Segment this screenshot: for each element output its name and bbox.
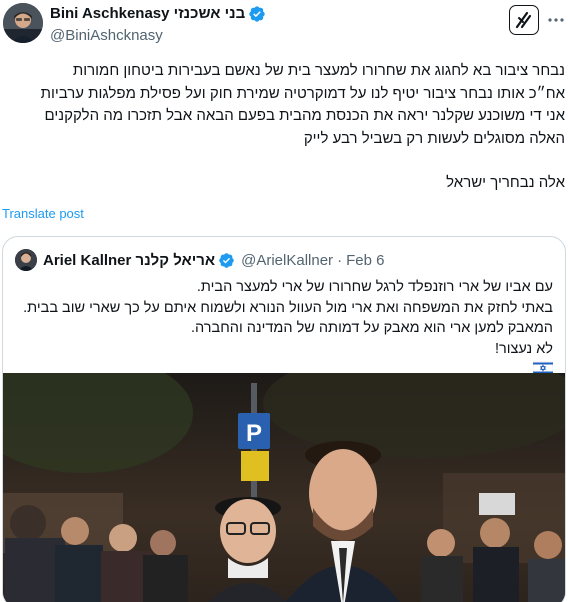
quoted-post[interactable]: Ariel Kallner אריאל קלנר @ArielKallner ·… [2,236,566,602]
quoted-text-line-text: לא נעצור! [494,340,553,357]
quoted-post-photo[interactable]: P [3,373,565,602]
quoted-author-display-name[interactable]: Ariel Kallner אריאל קלנר [43,252,215,269]
quoted-post-text: עם אביו של ארי רוזנפלד לרגל שחרורו של אר… [15,277,554,380]
translate-post-link[interactable]: Translate post [2,206,84,221]
separator-dot: · [337,251,343,269]
author-avatar[interactable] [3,3,43,43]
post-text-line: אח״כ אותו נבחר ציבור יטיף לנו על דמוקרטי… [40,84,565,102]
post-header: Bini Aschkenasy בני אשכנזי @BiniAshcknas… [0,0,568,50]
quoted-text-line: המאבק למען ארי הוא מאבק על דמותה של המדי… [191,320,553,336]
quoted-text-line: עם אביו של ארי רוזנפלד לרגל שחרורו של אר… [196,279,553,295]
quoted-text-line: לא נעצור! [15,339,553,360]
post-text-line: האלה מסוגלים לעשות רק בשביל רבע לייק [303,129,565,147]
quoted-author-handle: @ArielKallner [241,251,334,269]
quoted-post-header: Ariel Kallner אריאל קלנר @ArielKallner ·… [15,249,384,271]
quoted-post-date: Feb 6 [346,251,385,269]
quoted-author-avatar[interactable] [15,249,37,271]
author-display-name[interactable]: Bini Aschkenasy בני אשכנזי [50,5,245,22]
post-text-line: אני די משוכנע שקלנר יראה את הכנסת מהבית … [44,107,566,124]
verified-badge-icon [218,252,235,269]
quoted-text-line: באתי לחזק את המשפחה ואת ארי מול העוול הנ… [23,299,553,316]
post-text-line: אלה נבחריך ישראל [446,174,565,191]
post-text-line: נבחר ציבור בא לחגוג את שחרורו למעצר בית … [72,62,565,79]
author-handle[interactable]: @BiniAshcknasy [50,27,266,44]
verified-badge-icon[interactable] [248,5,266,23]
post-text: נבחר ציבור בא לחגוג את שחרורו למעצר בית … [2,60,565,195]
parking-sign-letter: P [246,420,262,447]
grok-icon[interactable] [509,5,539,35]
more-options-icon[interactable] [547,10,565,30]
